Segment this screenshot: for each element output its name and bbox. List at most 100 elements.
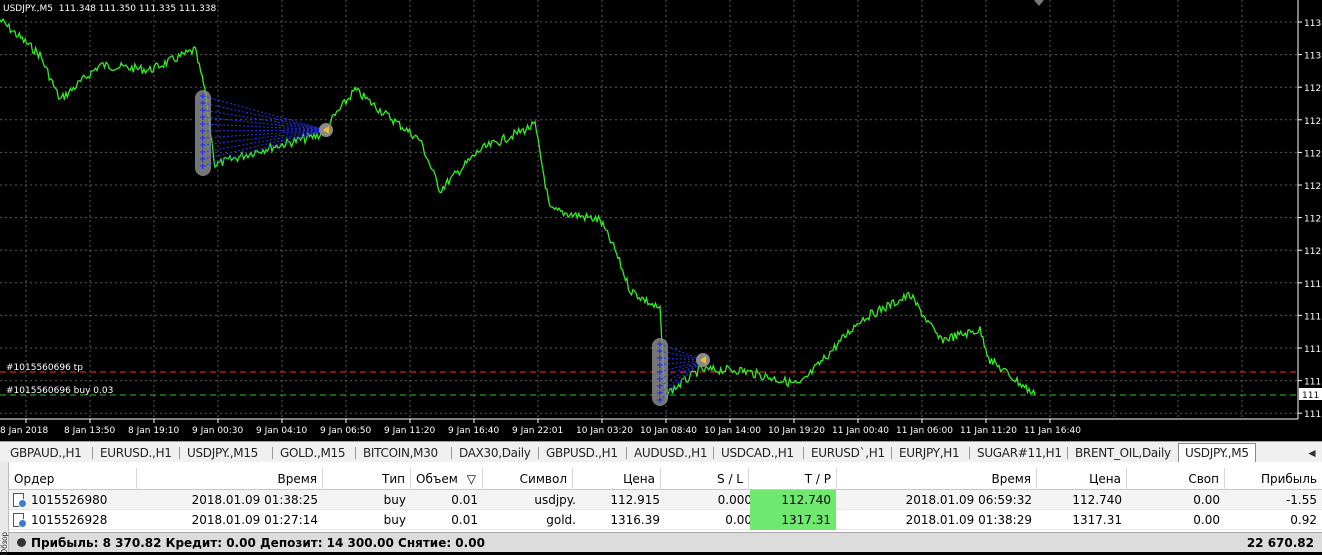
price-axis-label: 111 <box>1304 280 1321 290</box>
time-axis-label: 9 Jan 11:20 <box>384 426 436 436</box>
tab-separator <box>179 447 180 459</box>
price-axis-label: 112 <box>1304 84 1321 94</box>
tab-separator <box>626 447 627 459</box>
cell-time: 2018.01.09 01:27:14 <box>191 513 318 527</box>
cell-price: 1316.39 <box>610 513 660 527</box>
tab-separator <box>891 447 892 459</box>
account-summary-row[interactable]: Прибыль: 8 370.82 Кредит: 0.00 Депозит: … <box>9 532 1322 552</box>
table-row[interactable]: 1015526980 2018.01.09 01:38:25 buy 0.01 … <box>9 490 1322 510</box>
column-symbol[interactable]: Символ <box>483 468 573 490</box>
cell-tp: 1317.31 <box>750 510 836 530</box>
tab-separator <box>355 447 356 459</box>
column-tp[interactable]: T / P <box>749 468 837 490</box>
trade-connector <box>202 129 327 153</box>
cell-volume: 0.01 <box>451 493 478 507</box>
time-axis-label: 11 Jan 16:40 <box>1024 426 1081 436</box>
price-axis-label: 113 <box>1304 19 1321 29</box>
tab-separator <box>538 447 539 459</box>
cell-swap: 0.00 <box>1193 493 1220 507</box>
time-axis-label: 8 Jan 2018 <box>0 426 48 436</box>
time-axis-label: 11 Jan 06:00 <box>896 426 953 436</box>
tab-separator <box>1067 447 1068 459</box>
tab-sugar-11-h1[interactable]: SUGAR#11,H1 <box>971 444 1068 462</box>
time-axis-label: 10 Jan 08:40 <box>640 426 697 436</box>
order-document-icon <box>13 493 27 508</box>
trade-connector <box>202 129 327 146</box>
table-row[interactable]: 1015526928 2018.01.09 01:27:14 buy 0.01 … <box>9 510 1322 530</box>
column-sl[interactable]: S / L <box>661 468 749 490</box>
price-axis-label: 111 <box>1304 345 1321 355</box>
column-price[interactable]: Цена <box>573 468 661 490</box>
time-axis-label: 8 Jan 19:10 <box>128 426 180 436</box>
column-type[interactable]: Тип <box>323 468 411 490</box>
tab-scroll-left-icon[interactable]: ◄ <box>1306 444 1318 462</box>
cell-sl: 0.00 <box>725 513 752 527</box>
column-time[interactable]: Время <box>137 468 323 490</box>
price-chart[interactable]: 113 113 112 112 112 112 112 112 111 111 111 111 111 1… <box>0 0 1322 437</box>
tab-eurjpy-h1[interactable]: EURJPY,H1 <box>893 444 965 462</box>
cell-close-time: 2018.01.09 01:38:29 <box>905 513 1032 527</box>
trade-connector <box>202 116 327 131</box>
tab-bitcoin-m30[interactable]: BITCOIN,M30 <box>357 444 444 462</box>
price-axis-label: 111 <box>1304 378 1321 388</box>
tab-eurusd-h1[interactable]: EURUSD.,H1 <box>94 444 178 462</box>
cell-price: 112.915 <box>610 493 660 507</box>
cell-profit: -1.55 <box>1285 493 1317 507</box>
time-axis-label: 11 Jan 11:20 <box>960 426 1017 436</box>
chart-canvas[interactable]: 113 113 112 112 112 112 112 112 111 111 111 111 111 1… <box>0 0 1322 437</box>
price-axis-label: 112 <box>1304 149 1321 159</box>
cell-volume: 0.01 <box>451 513 478 527</box>
price-axis-label: 111 <box>1304 410 1321 420</box>
price-axis-label: 112 <box>1304 182 1321 192</box>
summary-text: Прибыль: 8 370.82 Кредит: 0.00 Депозит: … <box>31 536 485 550</box>
tab-brent-oil-daily[interactable]: BRENT_OIL,Daily <box>1069 444 1177 462</box>
cell-close-time: 2018.01.09 06:59:32 <box>905 493 1032 507</box>
cell-tp: 112.740 <box>750 490 836 510</box>
tab-eurusd-h1[interactable]: EURUSD`,H1 <box>805 444 891 462</box>
trade-marker: + <box>656 396 664 406</box>
chart-shift-marker <box>1034 0 1044 6</box>
trade-marker: + <box>199 162 207 172</box>
price-axis-label: 112 <box>1304 117 1321 127</box>
column-volume[interactable]: Объем ▽ <box>411 468 483 490</box>
tab-gold-m15[interactable]: GOLD.,M15 <box>274 444 351 462</box>
time-axis-label: 8 Jan 13:50 <box>64 426 116 436</box>
terminal-side-strip[interactable]: Обзор <box>0 462 9 555</box>
buy-line-label: #1015560696 buy 0.03 <box>6 386 113 396</box>
tab-gbpaud-h1[interactable]: GBPAUD.,H1 <box>4 444 88 462</box>
price-axis-label: 112 <box>1304 215 1321 225</box>
column-swap[interactable]: Своп <box>1127 468 1225 490</box>
terminal-history-panel: Обзор Ордер Время Тип Объем ▽ Символ Цен… <box>0 462 1322 555</box>
time-axis-label: 9 Jan 16:40 <box>448 426 500 436</box>
column-profit[interactable]: Прибыль <box>1225 468 1322 490</box>
cell-symbol: gold. <box>546 513 576 527</box>
tab-usdjpy-m5[interactable]: USDJPY.,M5 <box>1178 443 1256 463</box>
time-axis-label: 9 Jan 22:01 <box>512 426 563 436</box>
column-close-time[interactable]: Время <box>837 468 1037 490</box>
tab-gbpusd-h1[interactable]: GBPUSD.,H1 <box>540 444 624 462</box>
tab-usdcad-h1[interactable]: USDCAD.,H1 <box>715 444 800 462</box>
chart-tab-bar: GBPAUD.,H1 EURUSD.,H1 USDJPY.,M15 GOLD.,M15… <box>0 441 1322 463</box>
column-order[interactable]: Ордер <box>9 468 137 490</box>
cell-symbol: usdjpy. <box>534 493 576 507</box>
cell-time: 2018.01.09 01:38:25 <box>191 493 318 507</box>
cell-sl: 0.000 <box>717 493 752 507</box>
time-axis-label: 11 Jan 00:40 <box>832 426 889 436</box>
tab-dax30-daily[interactable]: DAX30,Daily <box>453 444 537 462</box>
tab-separator <box>803 447 804 459</box>
tab-audusd-h1[interactable]: AUDUSD.,H1 <box>628 444 713 462</box>
cell-close-price: 112.740 <box>1072 493 1122 507</box>
tab-usdjpy-m15[interactable]: USDJPY.,M15 <box>181 444 264 462</box>
column-close-price[interactable]: Цена <box>1037 468 1127 490</box>
summary-total: 22 670.82 <box>1246 536 1314 550</box>
trade-connector <box>202 102 327 131</box>
current-price-label: 111 <box>1302 391 1319 401</box>
tab-separator <box>272 447 273 459</box>
time-axis-label: 10 Jan 03:20 <box>576 426 633 436</box>
tab-separator <box>92 447 93 459</box>
cell-close-price: 1317.31 <box>1072 513 1122 527</box>
tab-separator <box>713 447 714 459</box>
time-axis-label: 9 Jan 06:50 <box>320 426 372 436</box>
price-axis-label: 113 <box>1304 52 1321 62</box>
price-axis-label: 112 <box>1304 247 1321 257</box>
